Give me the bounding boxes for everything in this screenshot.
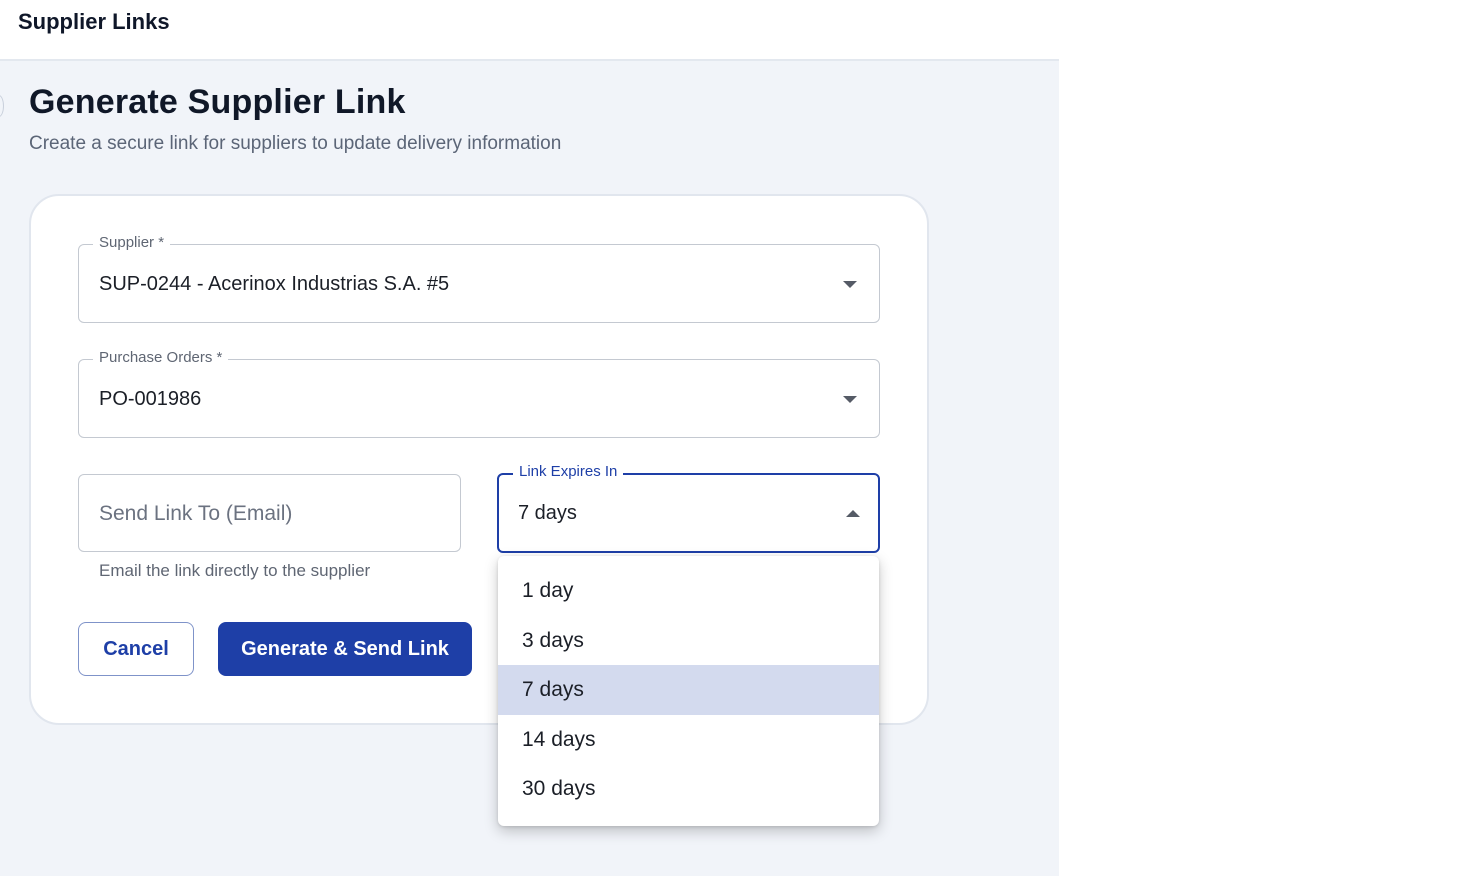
expires-options-menu: 1 day 3 days 7 days 14 days 30 days [498,556,879,826]
option-1-day[interactable]: 1 day [498,566,879,616]
app-title: Supplier Links [18,9,170,34]
email-placeholder: Send Link To (Email) [99,502,293,525]
page-subtitle: Create a secure link for suppliers to up… [29,133,562,154]
option-14-days[interactable]: 14 days [498,715,879,765]
sidebar-toggle-handle[interactable] [0,95,4,117]
generate-send-link-button[interactable]: Generate & Send Link [218,622,472,676]
option-7-days[interactable]: 7 days [498,665,879,715]
cancel-button[interactable]: Cancel [78,622,194,676]
page-title: Generate Supplier Link [29,83,406,121]
option-30-days[interactable]: 30 days [498,764,879,814]
link-expires-value: 7 days [518,502,577,524]
supplier-value: SUP-0244 - Acerinox Industrias S.A. #5 [99,273,450,295]
link-expires-label: Link Expires In [513,462,624,482]
app-main: Supplier Links Generate Supplier Link Cr… [0,0,1059,876]
email-field[interactable]: Send Link To (Email) [78,474,461,552]
chevron-down-icon[interactable] [843,396,857,403]
chevron-up-icon[interactable] [846,510,860,517]
purchase-orders-value: PO-001986 [99,388,202,410]
purchase-orders-select[interactable]: Purchase Orders * PO-001986 [78,348,880,438]
supplier-label: Supplier * [93,233,171,253]
chevron-down-icon[interactable] [843,281,857,288]
purchase-orders-label: Purchase Orders * [93,348,229,368]
top-bar: Supplier Links [0,0,1059,61]
link-expires-select[interactable]: Link Expires In 7 days [497,462,880,553]
option-3-days[interactable]: 3 days [498,616,879,666]
supplier-select[interactable]: Supplier * SUP-0244 - Acerinox Industria… [78,233,880,323]
email-helper-text: Email the link directly to the supplier [99,561,371,580]
